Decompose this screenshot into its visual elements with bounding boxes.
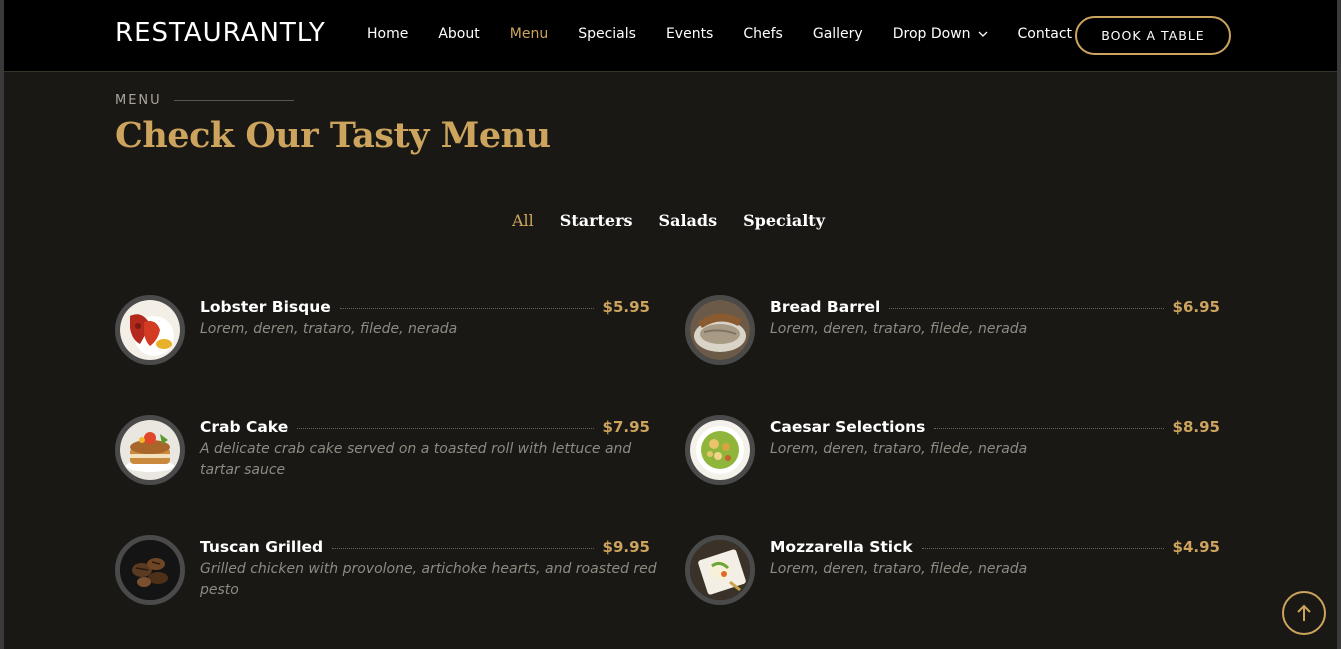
menu-item: Lobster Bisque $5.95 Lorem, deren, trata… [115,295,655,375]
filter-specialty[interactable]: Specialty [743,211,825,230]
menu-item-name[interactable]: Bread Barrel [770,298,880,316]
nav-chefs[interactable]: Chefs [743,26,782,42]
menu-item-name[interactable]: Caesar Selections [770,418,925,436]
nav-home[interactable]: Home [367,26,408,42]
page-frame: RESTAURANTLY Home About Menu Specials Ev… [0,0,1341,649]
menu-item-name[interactable]: Mozzarella Stick [770,538,913,556]
menu-item: Bread Barrel $6.95 Lorem, deren, trataro… [685,295,1225,375]
menu-item-header: Mozzarella Stick $4.95 [770,537,1220,557]
tuscan-grilled-photo [115,535,185,605]
menu-item: Caesar Selections $8.95 Lorem, deren, tr… [685,415,1225,495]
nav-events[interactable]: Events [666,26,713,42]
menu-item-name[interactable]: Lobster Bisque [200,298,331,316]
menu-item-price: $5.95 [602,298,650,316]
chevron-down-icon [978,31,987,37]
menu-item-price: $7.95 [602,418,650,436]
menu-item-leader-dots [339,307,594,309]
menu-item-description: Lorem, deren, trataro, filede, nerada [770,441,1028,457]
nav-dropdown-label: Drop Down [892,26,971,42]
nav-specials[interactable]: Specials [578,26,636,42]
section-label: MENU [115,93,294,108]
menu-item-name[interactable]: Crab Cake [200,418,288,436]
menu-item-description: A delicate crab cake served on a toasted… [200,441,632,478]
menu-item-description: Lorem, deren, trataro, filede, nerada [770,321,1028,337]
menu-item-leader-dots [934,427,1164,429]
menu-item: Tuscan Grilled $9.95 Grilled chicken wit… [115,535,657,615]
section-title: Check Our Tasty Menu [115,115,551,156]
nav-gallery[interactable]: Gallery [813,26,863,42]
filter-starters[interactable]: Starters [560,211,633,230]
main-nav: Home About Menu Specials Events Chefs Ga… [367,26,1102,42]
caesar-salad-photo [685,415,755,485]
menu-item-leader-dots [332,547,594,549]
menu-item: Mozzarella Stick $4.95 Lorem, deren, tra… [685,535,1225,615]
site-logo[interactable]: RESTAURANTLY [115,18,326,48]
mozzarella-stick-photo [685,535,755,605]
menu-item-header: Lobster Bisque $5.95 [200,297,650,317]
section-label-divider [173,100,294,101]
crab-cake-photo [115,415,185,485]
menu-item-price: $8.95 [1172,418,1220,436]
menu-filters: All Starters Salads Specialty [4,211,1337,230]
site-header: RESTAURANTLY Home About Menu Specials Ev… [4,0,1337,72]
menu-item-header: Crab Cake $7.95 [200,417,650,437]
arrow-up-icon [1297,604,1311,621]
filter-all[interactable]: All [512,211,534,230]
menu-item-price: $9.95 [602,538,650,556]
menu-item-header: Tuscan Grilled $9.95 [200,537,650,557]
nav-contact[interactable]: Contact [1018,26,1072,42]
menu-item: Crab Cake $7.95 A delicate crab cake ser… [115,415,655,495]
menu-item-header: Bread Barrel $6.95 [770,297,1220,317]
menu-item-price: $4.95 [1172,538,1220,556]
nav-menu[interactable]: Menu [510,26,548,42]
menu-item-name[interactable]: Tuscan Grilled [200,538,323,556]
nav-dropdown[interactable]: Drop Down [893,26,988,42]
menu-item-leader-dots [921,547,1164,549]
book-table-button[interactable]: BOOK A TABLE [1075,16,1231,55]
menu-item-price: $6.95 [1172,298,1220,316]
back-to-top-button[interactable] [1282,591,1326,635]
menu-item-leader-dots [297,427,594,429]
menu-item-description: Grilled chicken with provolone, artichok… [200,561,657,598]
menu-item-description: Lorem, deren, trataro, filede, nerada [770,561,1028,577]
section-label-text: MENU [115,93,162,108]
menu-item-header: Caesar Selections $8.95 [770,417,1220,437]
nav-about[interactable]: About [438,26,479,42]
menu-item-description: Lorem, deren, trataro, filede, nerada [200,321,458,337]
bread-barrel-photo [685,295,755,365]
filter-salads[interactable]: Salads [659,211,718,230]
menu-item-leader-dots [889,307,1164,309]
lobster-bisque-photo [115,295,185,365]
